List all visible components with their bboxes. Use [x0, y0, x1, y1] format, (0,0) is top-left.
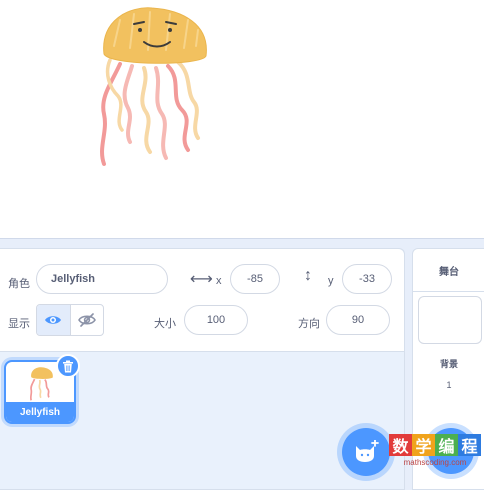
watermark-char: 程	[458, 434, 481, 456]
horizontal-arrows-icon: ⟷	[190, 271, 213, 288]
x-position-input[interactable]: -85	[230, 264, 280, 294]
y-label: y	[328, 275, 334, 287]
backdrops-label: 背景	[439, 359, 458, 369]
watermark-char: 编	[435, 434, 458, 456]
size-value: 100	[206, 314, 226, 326]
show-button[interactable]	[37, 305, 70, 335]
choose-sprite-button[interactable]	[342, 428, 390, 476]
watermark-char: 数	[389, 434, 412, 456]
direction-value: 90	[351, 314, 365, 326]
direction-input[interactable]: 90	[326, 305, 390, 335]
show-label: 显示	[8, 318, 30, 330]
watermark-chars: 数 学 编 程	[389, 434, 481, 456]
direction-label: 方向	[298, 318, 320, 330]
cat-plus-icon	[356, 440, 379, 462]
watermark-url: mathscoding.com	[403, 458, 467, 467]
sprite-name-input[interactable]: Jellyfish	[36, 264, 168, 294]
backdrops-count: 1	[446, 380, 452, 390]
stage-thumbnail[interactable]	[418, 296, 482, 344]
stage-divider	[413, 291, 484, 292]
sprite-thumbnail-label: Jellyfish	[6, 402, 74, 422]
delete-sprite-button[interactable]	[56, 354, 80, 378]
jellyfish-sprite[interactable]	[90, 2, 220, 172]
hide-button[interactable]	[69, 305, 104, 335]
vertical-arrows-icon: ↕	[304, 267, 312, 284]
size-label: 大小	[154, 318, 176, 330]
sprite-info-bar: 角色 Jellyfish ⟷ x -85 ↕ y -33 显示 大小 100 方…	[0, 249, 404, 352]
eye-icon	[45, 316, 62, 324]
stage-canvas[interactable]	[0, 0, 484, 239]
visibility-toggle	[36, 304, 104, 336]
jellyfish-thumbnail-image	[29, 367, 53, 401]
stage-title: 舞台	[439, 267, 459, 278]
size-input[interactable]: 100	[184, 305, 248, 335]
eye-slash-icon	[77, 313, 96, 327]
x-value: -85	[247, 273, 263, 285]
trash-icon	[63, 360, 73, 372]
x-label: x	[216, 275, 222, 287]
watermark-char: 学	[412, 434, 435, 456]
watermark-logo: 数 学 编 程 mathscoding.com	[389, 434, 481, 474]
y-value: -33	[359, 273, 375, 285]
y-position-input[interactable]: -33	[342, 264, 392, 294]
sprite-label: 角色	[8, 278, 30, 290]
sprite-name-value: Jellyfish	[51, 273, 96, 285]
